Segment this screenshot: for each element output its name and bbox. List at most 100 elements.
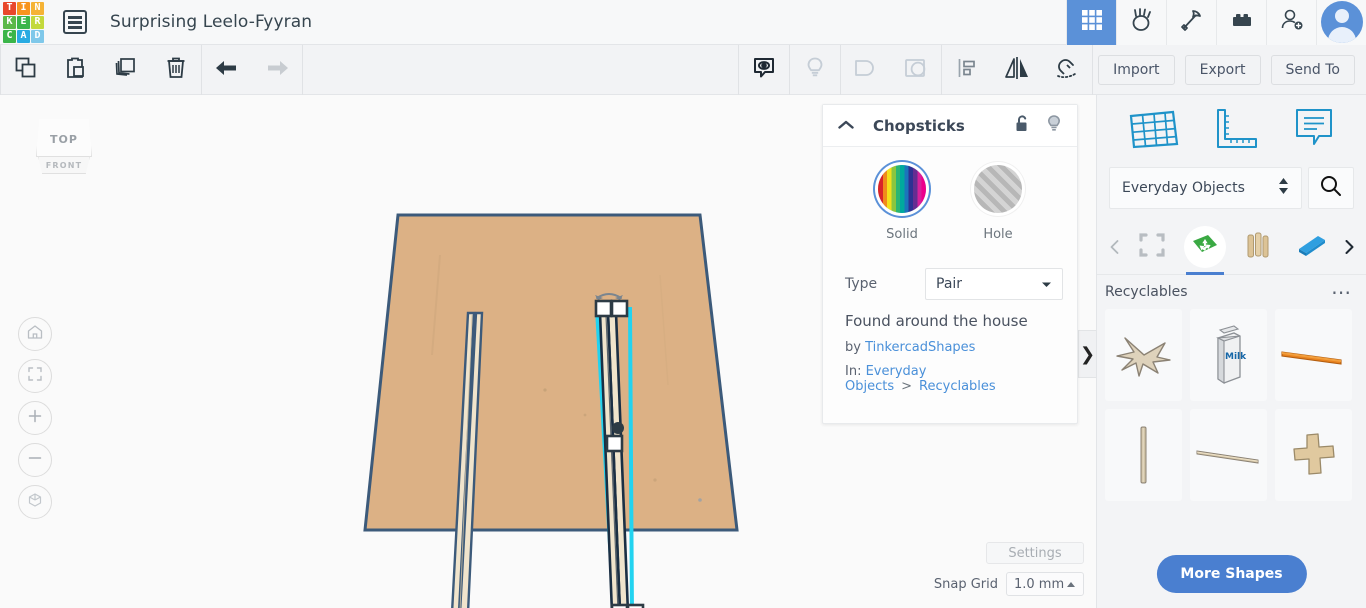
settings-button[interactable]: Settings xyxy=(986,542,1084,564)
type-label: Type xyxy=(845,276,925,292)
tinkercad-logo[interactable]: T I N K E R C A D xyxy=(0,0,46,45)
solid-option[interactable]: Solid xyxy=(878,165,926,242)
panel-header-icons xyxy=(1015,114,1063,138)
logo-cell: T xyxy=(3,2,16,15)
logo-cell: D xyxy=(31,30,44,43)
export-button[interactable]: Export xyxy=(1185,55,1261,85)
sendto-button[interactable]: Send To xyxy=(1271,55,1355,85)
shape-author-line: by TinkercadShapes xyxy=(845,340,1055,355)
search-button[interactable] xyxy=(1308,167,1354,209)
lego-brick-icon xyxy=(1229,7,1255,37)
shapes-sidebar: Everyday Objects xyxy=(1096,95,1366,608)
pickaxe-button[interactable] xyxy=(1166,0,1216,45)
add-user-button[interactable] xyxy=(1266,0,1316,45)
visibility-button[interactable] xyxy=(739,45,789,95)
view-cube[interactable]: TOP FRONT xyxy=(24,113,104,188)
solid-color-swatch[interactable] xyxy=(878,165,926,213)
zoom-out-button[interactable] xyxy=(18,443,52,477)
zoom-out-icon xyxy=(26,449,44,471)
view-cube-front-face[interactable]: FRONT xyxy=(38,156,90,174)
paste-icon xyxy=(63,55,89,85)
duplicate-icon xyxy=(113,55,139,85)
user-avatar-button[interactable] xyxy=(1316,0,1366,45)
ruler-icon[interactable] xyxy=(1212,106,1260,156)
shape-vertical-stick[interactable] xyxy=(1105,409,1182,501)
shape-category-line: In: Everyday Objects>Recyclables xyxy=(845,364,1055,394)
group-button[interactable] xyxy=(841,45,891,95)
delete-button[interactable] xyxy=(151,45,201,95)
light-button[interactable] xyxy=(790,45,840,95)
undo-button[interactable] xyxy=(202,45,252,95)
avatar xyxy=(1321,1,1363,43)
chevron-up-icon[interactable] xyxy=(837,116,855,135)
unlock-padlock-icon[interactable] xyxy=(1015,114,1031,138)
logo-cell: K xyxy=(3,16,16,29)
tab-wood-pegs[interactable] xyxy=(1232,219,1285,275)
tab-recyclables[interactable] xyxy=(1178,219,1231,275)
tab-all-shapes[interactable] xyxy=(1125,219,1178,275)
search-icon xyxy=(1319,174,1343,202)
ungroup-button[interactable] xyxy=(891,45,941,95)
gallery-grid-button[interactable] xyxy=(1066,0,1116,45)
redo-button[interactable] xyxy=(252,45,302,95)
tinker-hand-icon xyxy=(1129,7,1155,37)
app-header: T I N K E R C A D Surprising Leelo-Fyyra… xyxy=(0,0,1366,45)
hole-option[interactable]: Hole xyxy=(974,165,1022,242)
panel-header: Chopsticks xyxy=(823,105,1077,147)
toolbar-divider xyxy=(302,45,303,95)
panel-collapse-tab[interactable]: ❯ xyxy=(1078,330,1096,378)
recycle-icon xyxy=(1190,232,1220,262)
fit-to-view-button[interactable] xyxy=(18,359,52,393)
home-view-button[interactable] xyxy=(18,317,52,351)
logo-cell: A xyxy=(17,30,30,43)
orthographic-view-button[interactable] xyxy=(18,485,52,519)
snap-grid-select[interactable]: 1.0 mm xyxy=(1006,572,1084,596)
type-value: Pair xyxy=(936,276,962,292)
paste-button[interactable] xyxy=(51,45,101,95)
in-prefix: In: xyxy=(845,364,866,379)
zoom-in-button[interactable] xyxy=(18,401,52,435)
snap-button[interactable] xyxy=(1042,45,1092,95)
logo-cell: I xyxy=(17,2,30,15)
fill-mode-row: Solid Hole xyxy=(837,165,1063,242)
hole-swatch[interactable] xyxy=(974,165,1022,213)
type-select[interactable]: Pair xyxy=(925,268,1063,300)
orthographic-view-icon xyxy=(26,491,44,513)
workplane-grid-icon[interactable] xyxy=(1127,106,1181,156)
view-cube-top-face[interactable]: TOP xyxy=(36,113,92,157)
document-menu-button[interactable] xyxy=(58,0,92,45)
list-icon xyxy=(63,10,87,34)
shape-chopstick[interactable] xyxy=(1190,409,1267,501)
page-title[interactable]: Surprising Leelo-Fyyran xyxy=(110,12,312,32)
tinker-hand-button[interactable] xyxy=(1116,0,1166,45)
author-link[interactable]: TinkercadShapes xyxy=(865,340,975,355)
lightbulb-icon[interactable] xyxy=(1045,114,1063,138)
shape-cardboard-star[interactable] xyxy=(1105,309,1182,401)
notes-icon[interactable] xyxy=(1292,106,1336,156)
mirror-button[interactable] xyxy=(992,45,1042,95)
subcategory-link[interactable]: Recyclables xyxy=(919,379,996,394)
fit-to-view-icon xyxy=(26,365,44,387)
hole-label: Hole xyxy=(983,227,1012,242)
shape-cross-piece[interactable] xyxy=(1275,409,1352,501)
copy-icon xyxy=(13,55,39,85)
by-prefix: by xyxy=(845,340,865,355)
lego-brick-button[interactable] xyxy=(1216,0,1266,45)
tab-prev-button[interactable] xyxy=(1103,240,1125,254)
copy-button[interactable] xyxy=(1,45,51,95)
align-button[interactable] xyxy=(942,45,992,95)
tab-stapler[interactable] xyxy=(1285,219,1338,275)
library-select[interactable]: Everyday Objects xyxy=(1109,167,1302,209)
zoom-in-icon xyxy=(26,407,44,429)
ellipsis-icon[interactable]: ⋯ xyxy=(1331,287,1352,297)
canvas-nav-buttons xyxy=(18,317,52,527)
duplicate-button[interactable] xyxy=(101,45,151,95)
shape-milk-carton[interactable]: Milk xyxy=(1190,309,1267,401)
bracket-frame-icon xyxy=(1137,230,1167,264)
import-button[interactable]: Import xyxy=(1098,55,1174,85)
more-shapes-button[interactable]: More Shapes xyxy=(1156,555,1306,593)
shape-orange-stick[interactable] xyxy=(1275,309,1352,401)
category-separator: > xyxy=(894,379,919,394)
tab-next-button[interactable] xyxy=(1338,240,1360,254)
chevron-up-icon xyxy=(1066,577,1076,592)
